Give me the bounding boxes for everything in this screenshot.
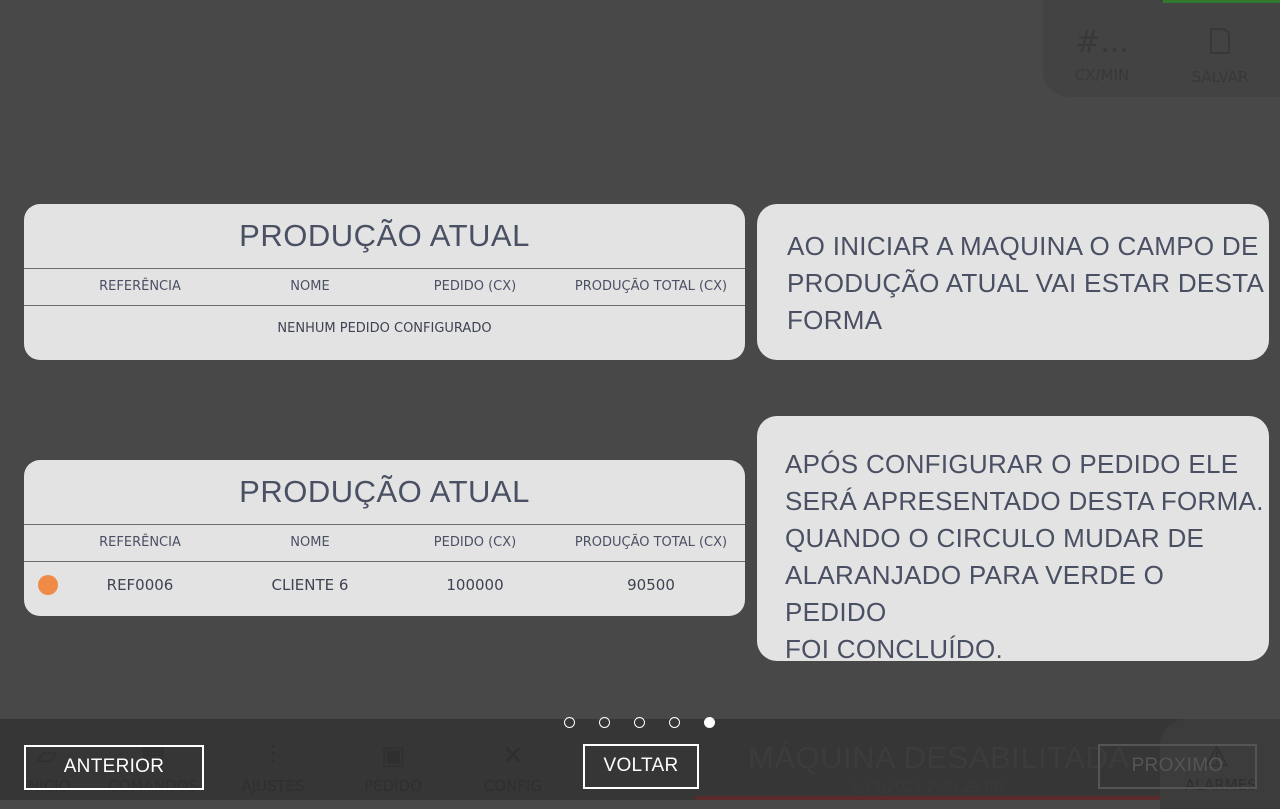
next-button[interactable]: PROXIMO [1098,744,1257,789]
empty-message: NENHUM PEDIDO CONFIGURADO [277,321,492,336]
column-header-order: PEDIDO (CX) [433,535,517,550]
column-header-reference: REFERÊNCIA [99,535,181,550]
page-dot-1[interactable] [564,717,575,728]
card-title: PRODUÇÃO ATUAL [239,474,530,509]
page-dot-3[interactable] [634,717,645,728]
note-line: QUANDO O CIRCULO MUDAR DE [785,523,1205,553]
nav-label: AJUSTES [241,777,305,795]
rate-label: CX/MIN [1074,66,1130,84]
cell-reference: REF0006 [106,576,174,594]
production-card-empty: PRODUÇÃO ATUAL REFERÊNCIA NOME PEDIDO (C… [24,204,745,360]
page-dot-2[interactable] [599,717,610,728]
tools-icon: ✕ [502,741,524,771]
sliders-icon: ⫶ [269,741,277,771]
cell-order: 100000 [446,576,504,594]
column-header-total: PRODUÇÃO TOTAL (CX) [574,535,728,550]
status-indicator-bar [1163,0,1280,3]
order-status-dot [38,575,58,595]
note-line: PRODUÇÃO ATUAL VAI ESTAR DESTA [787,268,1265,298]
status-alert-bar [695,796,1160,800]
tutorial-note-1: AO INICIAR A MAQUINA O CAMPO DE PRODUÇÃO… [757,204,1269,360]
column-header-name: NOME [290,279,330,294]
table-header: REFERÊNCIA NOME PEDIDO (CX) PRODUÇÃO TOT… [24,524,745,562]
table-row: REF0006 CLIENTE 6 100000 90500 [24,575,745,595]
column-header-name: NOME [290,535,330,550]
column-header-reference: REFERÊNCIA [99,279,181,294]
column-header-total: PRODUÇÃO TOTAL (CX) [574,279,728,294]
nav-item-pedido[interactable]: ▣ PEDIDO [338,741,448,795]
boxes-icon: ▣ [380,741,406,771]
page-dot-4[interactable] [669,717,680,728]
nav-label: PEDIDO [364,777,422,795]
nav-label: CONFIG [483,777,543,795]
note-line: FORMA [787,305,883,335]
top-right-panel: #... CX/MIN SALVAR [1043,0,1280,97]
note-line: FOI CONCLUÍDO. [785,634,1003,664]
card-title: PRODUÇÃO ATUAL [239,218,530,253]
note-line: SERÁ APRESENTADO DESTA FORMA. [785,486,1264,516]
note-line: ALARANJADO PARA VERDE O PEDIDO [785,560,1165,627]
cell-name: CLIENTE 6 [271,576,349,594]
previous-button[interactable]: ANTERIOR [24,745,204,790]
column-header-order: PEDIDO (CX) [433,279,517,294]
nav-item-config[interactable]: ✕ CONFIG [458,741,568,795]
back-button[interactable]: VOLTAR [583,744,699,789]
rate-value: #... [1075,25,1129,60]
sd-card-icon [1210,28,1230,54]
rate-display: #... CX/MIN [1057,25,1147,85]
production-card-active: PRODUÇÃO ATUAL REFERÊNCIA NOME PEDIDO (C… [24,460,745,616]
page-dot-5-current[interactable] [704,717,715,728]
nav-item-ajustes[interactable]: ⫶ AJUSTES [218,741,328,795]
save-button[interactable]: SALVAR [1175,28,1265,86]
cell-total: 90500 [627,576,675,594]
note-line: APÓS CONFIGURAR O PEDIDO ELE [785,449,1239,479]
note-line: AO INICIAR A MAQUINA O CAMPO DE [787,231,1259,261]
machine-status-datetime: 1/17/2023 2:30:29 PM [850,780,1006,796]
save-label: SALVAR [1191,68,1249,86]
table-header: REFERÊNCIA NOME PEDIDO (CX) PRODUÇÃO TOT… [24,268,745,306]
machine-status-title: MÁQUINA DESABILITADA [748,740,1130,775]
tutorial-note-2: APÓS CONFIGURAR O PEDIDO ELE SERÁ APRESE… [757,416,1269,664]
